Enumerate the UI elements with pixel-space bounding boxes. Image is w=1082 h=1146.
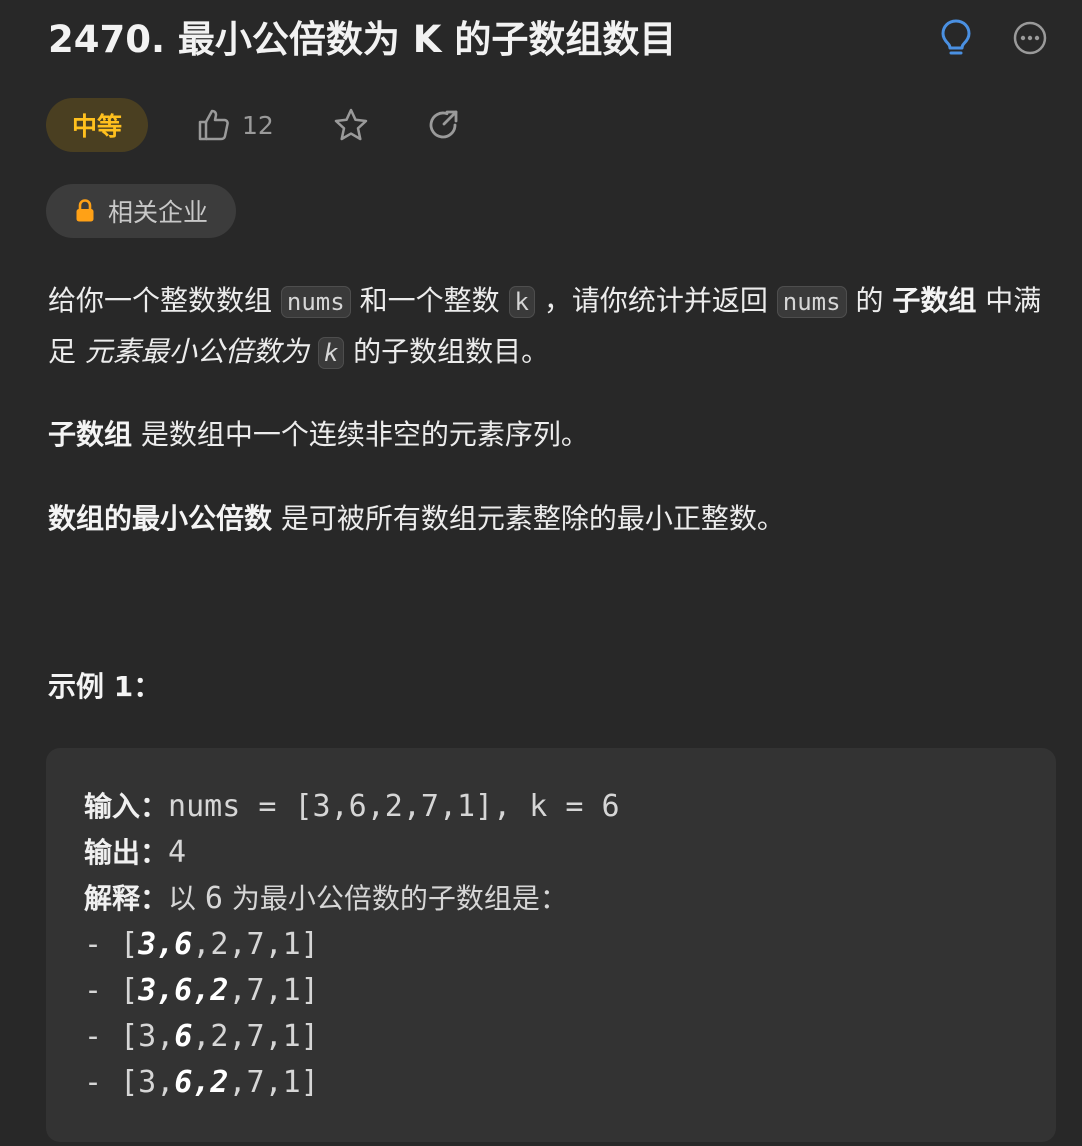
bold-term: 子数组 — [48, 418, 133, 451]
inline-code: k — [317, 337, 345, 369]
bold-term: 子数组 — [892, 284, 977, 317]
description-paragraph-2: 子数组 是数组中一个连续非空的元素序列。 — [48, 410, 589, 460]
row-highlight: 6,2 — [174, 1065, 229, 1100]
explain-text: 以 — [168, 882, 205, 915]
more-options-button[interactable] — [1008, 16, 1052, 60]
inline-code: nums — [280, 286, 351, 318]
text: 和一个整数 — [350, 284, 509, 317]
row-highlight: 6 — [174, 1019, 193, 1054]
text: 是可被所有数组元素整除的最小正整数。 — [272, 502, 785, 535]
related-companies-label: 相关企业 — [107, 198, 208, 227]
example-output-line: 输出：4 — [84, 830, 620, 876]
bold-term: 数组的最小公倍数 — [48, 502, 273, 535]
explain-number: 6 — [204, 881, 223, 916]
text: 的子数组数目。 — [344, 335, 550, 368]
inline-code: k — [508, 286, 535, 318]
input-value: nums = [3,6,2,7,1], k = 6 — [168, 789, 620, 824]
problem-meta-row: 中等 12 — [46, 98, 646, 152]
row-text: - [3, — [84, 1019, 175, 1054]
description-paragraph-1: 给你一个整数数组 nums 和一个整数 k ，请你统计并返回 nums 的 子数… — [48, 276, 1058, 378]
example-explain-line: 解释：以 6 为最小公倍数的子数组是： — [84, 876, 620, 922]
text: 的 — [846, 284, 893, 317]
like-count: 12 — [242, 110, 274, 140]
row-text: ,7,1] — [228, 1065, 319, 1100]
description-paragraph-3: 数组的最小公倍数 是可被所有数组元素整除的最小正整数。 — [48, 494, 785, 544]
share-icon — [429, 110, 458, 139]
subarray-row: - [3,6,2,7,1] — [84, 1014, 620, 1060]
example-input-line: 输入：nums = [3,6,2,7,1], k = 6 — [84, 784, 620, 830]
row-text: - [ — [84, 927, 139, 962]
explain-text: 为最小公倍数的子数组是： — [222, 882, 568, 915]
output-label: 输出： — [84, 836, 169, 869]
row-highlight: 3,6 — [138, 927, 193, 962]
subarray-row: - [3,6,2,7,1] — [84, 968, 620, 1014]
text: ，请你统计并返回 — [534, 284, 777, 317]
input-label: 输入： — [84, 790, 169, 823]
text: 是数组中一个连续非空的元素序列。 — [132, 418, 589, 451]
lightbulb-icon — [941, 19, 971, 55]
thumbs-up-icon — [198, 109, 229, 141]
explain-label: 解释： — [84, 882, 169, 915]
italic-text: 元素最小公倍数为 — [84, 335, 318, 368]
row-text: - [3, — [84, 1065, 175, 1100]
row-highlight: 3,6,2 — [138, 973, 229, 1008]
more-options-icon — [1013, 21, 1047, 55]
row-text: - [ — [84, 973, 139, 1008]
problem-title: 2470. 最小公倍数为 K 的子数组数目 — [48, 18, 677, 61]
star-icon — [334, 108, 368, 141]
difficulty-badge: 中等 — [46, 98, 148, 152]
subarray-row: - [3,6,2,7,1] — [84, 922, 620, 968]
subarray-row: - [3,6,2,7,1] — [84, 1060, 620, 1106]
related-companies-button[interactable]: 相关企业 — [46, 184, 236, 238]
hint-button[interactable] — [934, 16, 978, 60]
like-button[interactable]: 12 — [196, 106, 274, 144]
text: 给你一个整数数组 — [48, 284, 281, 317]
output-value: 4 — [168, 835, 187, 870]
favorite-button[interactable] — [332, 106, 370, 148]
example-code-block: 输入：nums = [3,6,2,7,1], k = 6 输出：4 解释：以 6… — [46, 748, 1056, 1142]
example-title: 示例 1： — [48, 670, 162, 703]
inline-code: nums — [776, 286, 847, 318]
row-text: ,7,1] — [228, 973, 319, 1008]
row-text: ,2,7,1] — [192, 1019, 319, 1054]
share-button[interactable] — [424, 106, 462, 148]
row-text: ,2,7,1] — [192, 927, 319, 962]
example-lines: 输入：nums = [3,6,2,7,1], k = 6 输出：4 解释：以 6… — [84, 784, 620, 1106]
lock-icon — [76, 199, 94, 222]
